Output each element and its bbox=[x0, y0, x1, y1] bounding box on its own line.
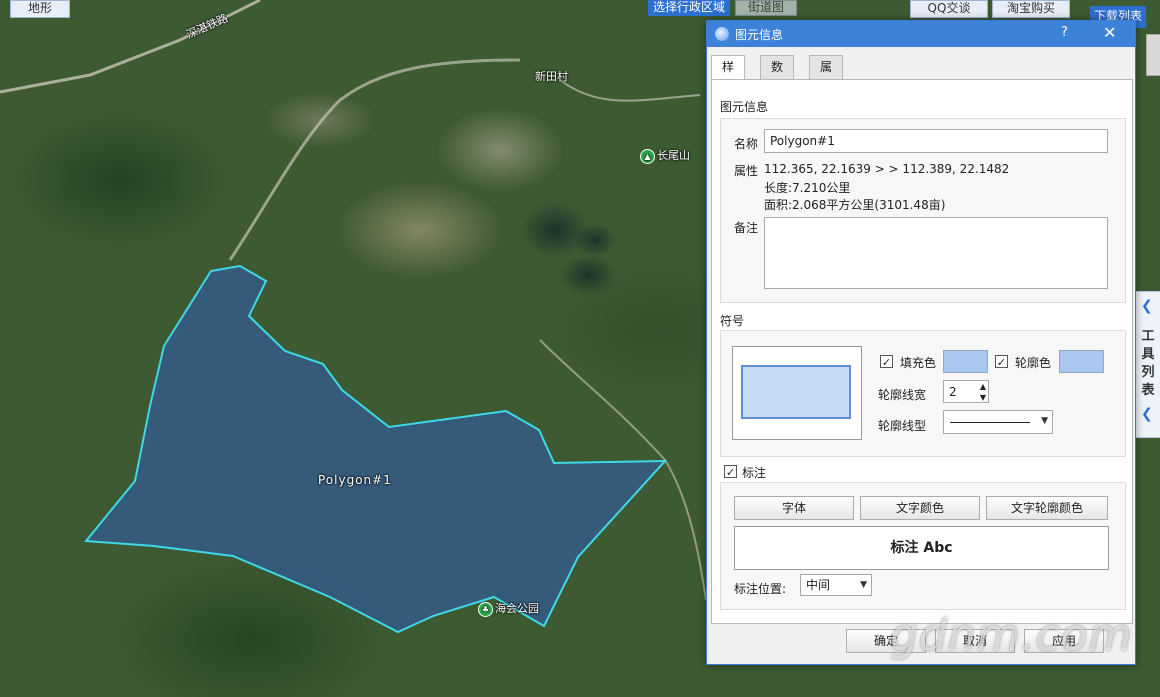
tab-attributes[interactable]: 属性 bbox=[809, 55, 844, 97]
style-panel: 图元信息 名称 Polygon#1 属性 112.365, 22.1639 > … bbox=[711, 79, 1133, 624]
note-field[interactable] bbox=[764, 217, 1108, 289]
tab-style[interactable]: 样式 bbox=[711, 55, 746, 97]
line-width-spinner[interactable]: 2 ▲ ▼ bbox=[943, 380, 989, 403]
tool-list-label: 工具列表 bbox=[1141, 329, 1155, 398]
taobao-buy-button[interactable]: 淘宝购买 bbox=[992, 0, 1070, 18]
tool-list-sidebar[interactable]: ❮ 工具列表 ❮ bbox=[1134, 291, 1160, 438]
position-label: 标注位置: bbox=[734, 582, 787, 596]
text-color-button[interactable]: 文字颜色 bbox=[860, 496, 980, 520]
dropdown-arrow-icon: ▼ bbox=[1041, 416, 1048, 426]
symbol-preview-fill bbox=[741, 365, 851, 419]
annotate-checkbox[interactable]: ✓ bbox=[724, 465, 737, 479]
fill-checkbox[interactable]: ✓ bbox=[880, 355, 893, 369]
street-map-button[interactable]: 街道图 bbox=[735, 0, 797, 16]
dropdown-arrow-icon: ▼ bbox=[860, 580, 867, 590]
mountain-icon: ▲ bbox=[640, 148, 655, 164]
help-button[interactable]: ? bbox=[1061, 25, 1068, 40]
outline-label: 轮廓色 bbox=[1015, 356, 1052, 370]
fill-label: 填充色 bbox=[900, 356, 937, 370]
dialog-title: 图元信息 bbox=[735, 28, 784, 42]
park-name: 海会公园 bbox=[495, 602, 539, 615]
outline-color-swatch[interactable] bbox=[1059, 350, 1104, 373]
dialog-titlebar[interactable]: 图元信息 ? ✕ bbox=[707, 21, 1135, 47]
length-value: 长度:7.210公里 bbox=[764, 181, 851, 195]
attr-coords: 112.365, 22.1639 > > 112.389, 22.1482 bbox=[764, 162, 1010, 176]
watermark: gdnm.com bbox=[890, 610, 1133, 661]
symbol-preview bbox=[732, 346, 862, 440]
qq-chat-button[interactable]: QQ交谈 bbox=[910, 0, 988, 18]
mountain-label[interactable]: ▲ 长尾山 bbox=[640, 147, 690, 164]
area-value: 面积:2.068平方公里(3101.48亩) bbox=[764, 198, 946, 212]
polygon-label: Polygon#1 bbox=[318, 473, 392, 487]
symbol-section-title: 符号 bbox=[720, 314, 745, 328]
note-label: 备注 bbox=[734, 221, 759, 235]
spin-down-icon[interactable]: ▼ bbox=[980, 387, 986, 409]
chevron-left-icon[interactable]: ❮ bbox=[1141, 298, 1153, 314]
park-icon: ♣ bbox=[478, 601, 493, 617]
globe-icon bbox=[715, 27, 729, 41]
line-width-label: 轮廓线宽 bbox=[878, 388, 927, 402]
element-info-dialog: 图元信息 ? ✕ 样式 数据 属性 图元信息 名称 Polygon#1 属性 1… bbox=[706, 20, 1136, 665]
name-label: 名称 bbox=[734, 137, 759, 151]
text-outline-color-button[interactable]: 文字轮廓颜色 bbox=[986, 496, 1108, 520]
chevron-left-icon-2[interactable]: ❮ bbox=[1141, 406, 1153, 422]
line-type-select[interactable]: ▼ bbox=[943, 410, 1053, 434]
region-select-button[interactable]: 选择行政区域 bbox=[648, 0, 730, 16]
park-label[interactable]: ♣ 海会公园 bbox=[478, 600, 539, 617]
solid-line-icon bbox=[950, 422, 1030, 423]
fill-color-swatch[interactable] bbox=[943, 350, 988, 373]
attr-label: 属性 bbox=[734, 164, 759, 178]
label-preview: 标注 Abc bbox=[734, 526, 1109, 570]
lake-polygon[interactable] bbox=[84, 264, 668, 634]
name-field[interactable]: Polygon#1 bbox=[764, 129, 1108, 153]
terrain-button[interactable]: 地形 bbox=[10, 0, 70, 18]
font-button[interactable]: 字体 bbox=[734, 496, 854, 520]
position-value: 中间 bbox=[806, 578, 831, 592]
close-button[interactable]: ✕ bbox=[1103, 23, 1116, 42]
annotate-label: 标注 bbox=[742, 466, 767, 480]
info-section-title: 图元信息 bbox=[720, 100, 769, 114]
line-type-label: 轮廓线型 bbox=[878, 419, 927, 433]
mountain-name: 长尾山 bbox=[657, 149, 690, 162]
village-label: 新田村 bbox=[535, 70, 568, 83]
position-select[interactable]: 中间 ▼ bbox=[800, 574, 872, 596]
map-scrollbar[interactable] bbox=[1146, 34, 1160, 76]
tab-data[interactable]: 数据 bbox=[760, 55, 795, 97]
line-width-value: 2 bbox=[949, 385, 957, 399]
outline-checkbox[interactable]: ✓ bbox=[995, 355, 1008, 369]
